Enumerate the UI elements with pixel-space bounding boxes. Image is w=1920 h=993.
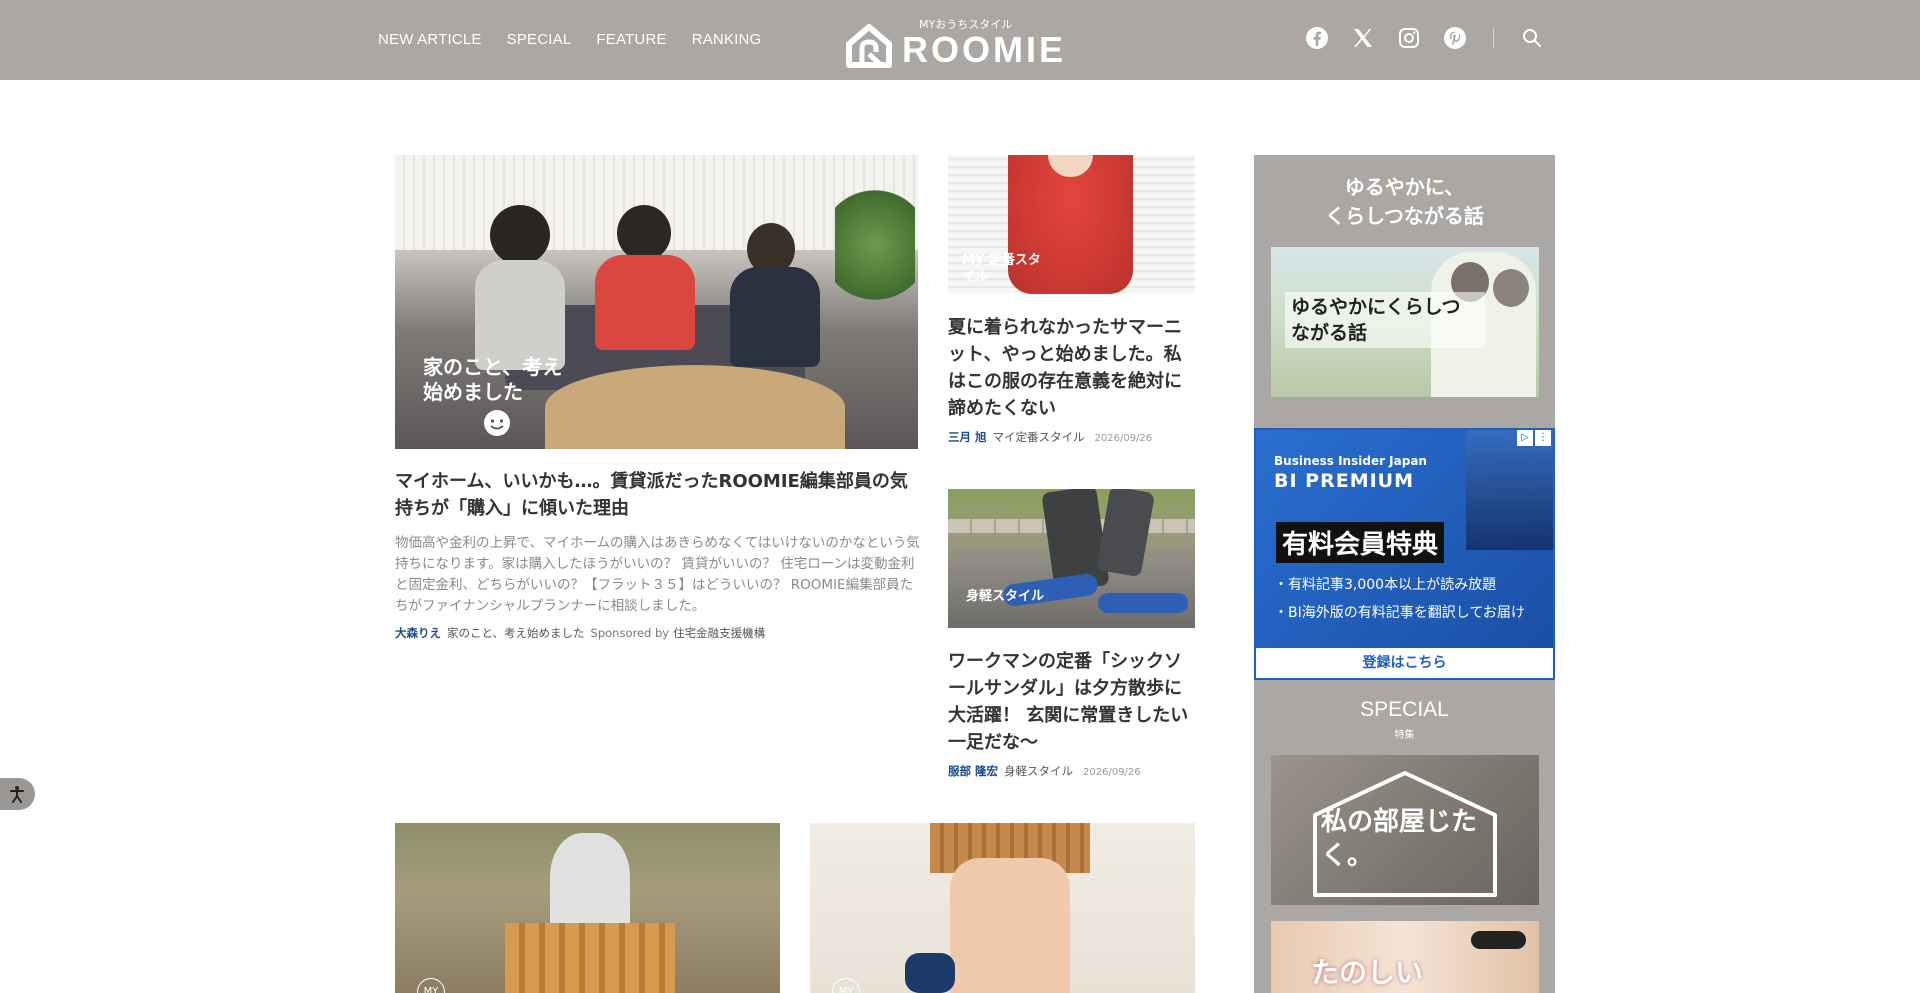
main-nav: NEW ARTICLE SPECIAL FEATURE RANKING bbox=[378, 31, 761, 48]
special-heading: SPECIAL bbox=[1360, 698, 1449, 721]
publish-date: 2026/09/26 bbox=[1083, 767, 1141, 778]
feature-image-overlay: 家のこと、考え始めました bbox=[423, 355, 563, 404]
side-image-overlay: 身軽スタイル bbox=[966, 589, 1045, 604]
feature-article-meta: 大森りえ 家のこと、考え始めました Sponsored by 住宅金融支援機構 bbox=[395, 625, 771, 641]
side-article-meta: 服部 隆宏 身軽スタイル 2026/09/26 bbox=[948, 763, 1141, 779]
smiley-mascot-icon bbox=[484, 410, 510, 436]
feature-article-description: 物価高や金利の上昇で、マイホームの購入はあきらめなくてはいけないのかなという気持… bbox=[395, 535, 920, 614]
article-card-image[interactable]: MY bbox=[395, 823, 780, 993]
category-link[interactable]: 身軽スタイル bbox=[1004, 764, 1073, 778]
sidebar: ゆるやかに、 くらしつながる話 ゆるやかにくらしつながる話 ▷ ⋮ Busines… bbox=[1254, 155, 1555, 993]
site-header: NEW ARTICLE SPECIAL FEATURE RANKING MYおう… bbox=[0, 0, 1920, 80]
ad-choices-icon[interactable]: ▷ bbox=[1517, 430, 1533, 446]
site-logo[interactable]: MYおうちスタイル ROOMIE bbox=[845, 14, 1075, 70]
ad-choices[interactable]: ▷ ⋮ bbox=[1517, 430, 1551, 446]
x-icon[interactable] bbox=[1351, 26, 1375, 50]
nav-feature[interactable]: FEATURE bbox=[596, 31, 666, 48]
sponsored-label: Sponsored by bbox=[590, 626, 670, 640]
nav-new-article[interactable]: NEW ARTICLE bbox=[378, 31, 482, 48]
category-link[interactable]: 家のこと、考え始めました bbox=[447, 626, 585, 640]
feature-article-title[interactable]: マイホーム、いいかも…。賃貸派だったROOMIE編集部員の気持ちが「購入」に傾い… bbox=[395, 468, 925, 522]
feature-article-image[interactable]: 家のこと、考え始めました bbox=[395, 155, 918, 449]
accessibility-icon bbox=[10, 786, 24, 803]
accessibility-button[interactable] bbox=[0, 778, 35, 810]
side-article-title[interactable]: 夏に着られなかったサマーニット、やっと始めました。私はこの服の存在意義を絶対に諦… bbox=[948, 314, 1198, 422]
special-banner-title: たのしい bbox=[1311, 956, 1424, 989]
side-article-image[interactable]: 身軽スタイル bbox=[948, 489, 1195, 628]
social-links bbox=[1305, 26, 1544, 50]
author-link[interactable]: 服部 隆宏 bbox=[948, 764, 998, 778]
pinterest-icon[interactable] bbox=[1443, 26, 1467, 50]
logo-wordmark: ROOMIE bbox=[902, 29, 1067, 70]
publish-date: 2026/09/26 bbox=[1094, 433, 1153, 444]
ad-point-1: ・有料記事3,000本以上が読み放題 bbox=[1274, 577, 1497, 593]
instagram-icon[interactable] bbox=[1397, 26, 1421, 50]
special-banner[interactable]: 私の部屋じたく。 bbox=[1271, 755, 1539, 905]
special-banner-title: 私の部屋じたく。 bbox=[1321, 807, 1478, 871]
side-article-meta: 三月 旭マイ定番スタイル 2026/09/26 bbox=[948, 429, 1152, 445]
sidebar-heading-line1: ゆるやかに、 bbox=[1344, 175, 1465, 199]
sidebar-heading: ゆるやかに、 くらしつながる話 bbox=[1254, 173, 1555, 231]
advertisement[interactable]: ▷ ⋮ Business Insider Japan BI PREMIUM 有料会… bbox=[1254, 428, 1555, 680]
ad-product-name: BI PREMIUM bbox=[1274, 470, 1415, 492]
nav-special[interactable]: SPECIAL bbox=[507, 31, 572, 48]
sponsor-name: 住宅金融支援機構 bbox=[673, 626, 766, 640]
nav-ranking[interactable]: RANKING bbox=[692, 31, 762, 48]
side-article-image[interactable]: MY 定番スタイル bbox=[948, 155, 1195, 294]
sidebar-heading-line2: くらしつながる話 bbox=[1325, 204, 1484, 228]
author-link[interactable]: 三月 旭 bbox=[948, 430, 987, 444]
search-icon[interactable] bbox=[1520, 26, 1544, 50]
ad-brand: Business Insider Japan bbox=[1274, 454, 1427, 468]
author-link[interactable]: 大森りえ bbox=[395, 626, 441, 640]
facebook-icon[interactable] bbox=[1305, 26, 1329, 50]
special-banner[interactable]: たのしい bbox=[1271, 921, 1539, 993]
special-subheading: 特集 bbox=[1394, 730, 1415, 741]
ad-signup-button[interactable]: 登録はこちら bbox=[1256, 648, 1553, 678]
ad-close-icon[interactable]: ⋮ bbox=[1535, 430, 1551, 446]
article-card-image[interactable]: MY bbox=[810, 823, 1195, 993]
category-link[interactable]: マイ定番スタイル bbox=[993, 430, 1085, 444]
ad-badge: 有料会員特典 bbox=[1276, 522, 1445, 563]
header-divider bbox=[1493, 28, 1494, 48]
series-banner-title: ゆるやかにくらしつながる話 bbox=[1285, 292, 1485, 348]
ad-point-2: ・BI海外版の有料記事を翻訳してお届け bbox=[1274, 605, 1525, 621]
series-banner[interactable]: ゆるやかにくらしつながる話 bbox=[1271, 247, 1539, 397]
side-article-title[interactable]: ワークマンの定番「シックソールサンダル」は夕方散歩に大活躍！ 玄関に常置きしたい… bbox=[948, 648, 1198, 756]
house-logo-icon bbox=[846, 24, 892, 68]
side-image-overlay: MY 定番スタイル bbox=[962, 253, 1041, 284]
